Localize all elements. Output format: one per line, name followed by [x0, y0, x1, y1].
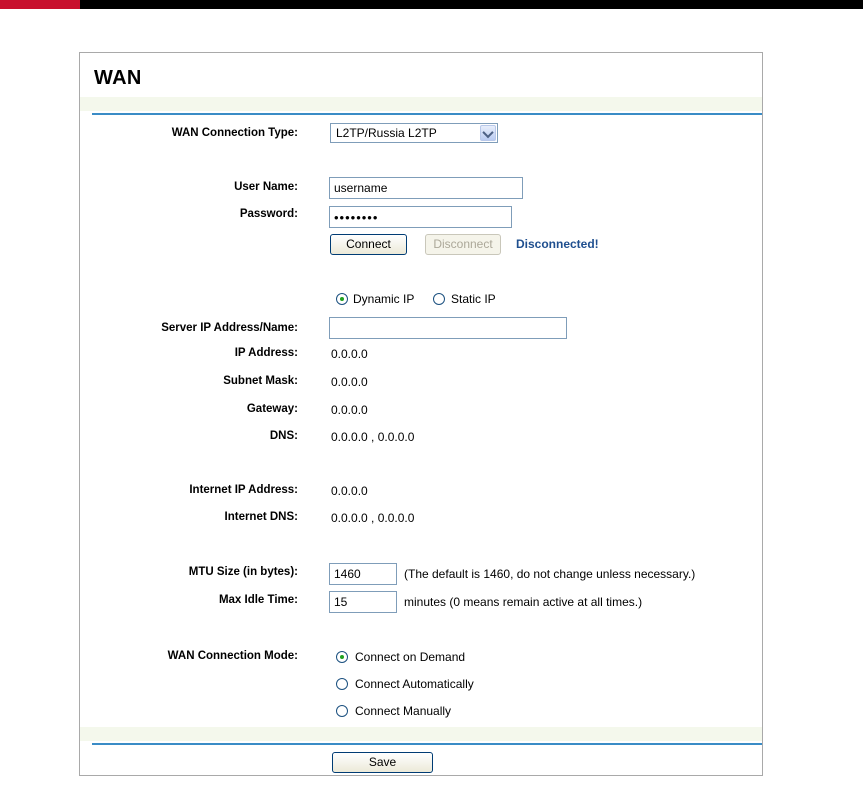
gateway-value: 0.0.0.0: [331, 403, 368, 417]
max-idle-label: Max Idle Time:: [218, 594, 298, 606]
subnet-mask-value: 0.0.0.0: [331, 375, 368, 389]
server-ip-input[interactable]: [329, 317, 567, 339]
wan-settings-panel: WAN WAN Connection Type: L2TP/Russia L2T…: [79, 52, 763, 776]
internet-ip-label: Internet IP Address:: [189, 484, 298, 496]
user-name-label: User Name:: [234, 181, 298, 193]
dns-value: 0.0.0.0 , 0.0.0.0: [331, 430, 415, 444]
footer-band: [80, 727, 762, 741]
chevron-down-icon[interactable]: [480, 125, 496, 141]
ip-address-label: IP Address:: [234, 347, 298, 359]
user-name-input[interactable]: [329, 177, 523, 199]
mtu-label: MTU Size (in bytes):: [188, 566, 298, 578]
wan-connection-type-select[interactable]: L2TP/Russia L2TP: [330, 123, 498, 143]
top-banner: [0, 0, 863, 9]
wan-connection-type-label: WAN Connection Type:: [171, 127, 298, 139]
connect-automatically-label: Connect Automatically: [355, 677, 474, 691]
static-ip-label: Static IP: [451, 292, 496, 306]
brand-accent-bar: [0, 0, 80, 9]
mtu-input[interactable]: [329, 563, 397, 585]
dns-label: DNS:: [269, 430, 298, 442]
page-title: WAN: [94, 67, 142, 89]
header-band: [80, 97, 762, 111]
internet-dns-value: 0.0.0.0 , 0.0.0.0: [331, 511, 415, 525]
connection-status: Disconnected!: [516, 237, 599, 251]
wan-connection-mode-label: WAN Connection Mode:: [167, 650, 298, 662]
internet-dns-label: Internet DNS:: [224, 511, 298, 523]
dynamic-ip-radio[interactable]: [336, 293, 348, 305]
connect-automatically-radio[interactable]: [336, 678, 348, 690]
max-idle-hint: minutes (0 means remain active at all ti…: [404, 595, 643, 609]
dynamic-ip-label: Dynamic IP: [353, 292, 415, 306]
footer-divider: [92, 743, 762, 745]
wan-connection-type-value: L2TP/Russia L2TP: [336, 126, 437, 140]
save-button[interactable]: Save: [332, 752, 433, 773]
connect-button[interactable]: Connect: [330, 234, 407, 255]
ip-address-value: 0.0.0.0: [331, 347, 368, 361]
disconnect-button[interactable]: Disconnect: [425, 234, 501, 255]
password-label: Password:: [239, 208, 298, 220]
gateway-label: Gateway:: [246, 403, 298, 415]
subnet-mask-label: Subnet Mask:: [223, 375, 298, 387]
static-ip-radio[interactable]: [433, 293, 445, 305]
password-input[interactable]: [329, 206, 512, 228]
mtu-hint: (The default is 1460, do not change unle…: [404, 567, 696, 581]
header-divider: [92, 113, 762, 115]
connect-on-demand-label: Connect on Demand: [355, 650, 466, 664]
connect-manually-radio[interactable]: [336, 705, 348, 717]
internet-ip-value: 0.0.0.0: [331, 484, 368, 498]
connect-on-demand-radio[interactable]: [336, 651, 348, 663]
connect-manually-label: Connect Manually: [355, 704, 452, 718]
max-idle-input[interactable]: [329, 591, 397, 613]
server-ip-label: Server IP Address/Name:: [161, 322, 298, 334]
